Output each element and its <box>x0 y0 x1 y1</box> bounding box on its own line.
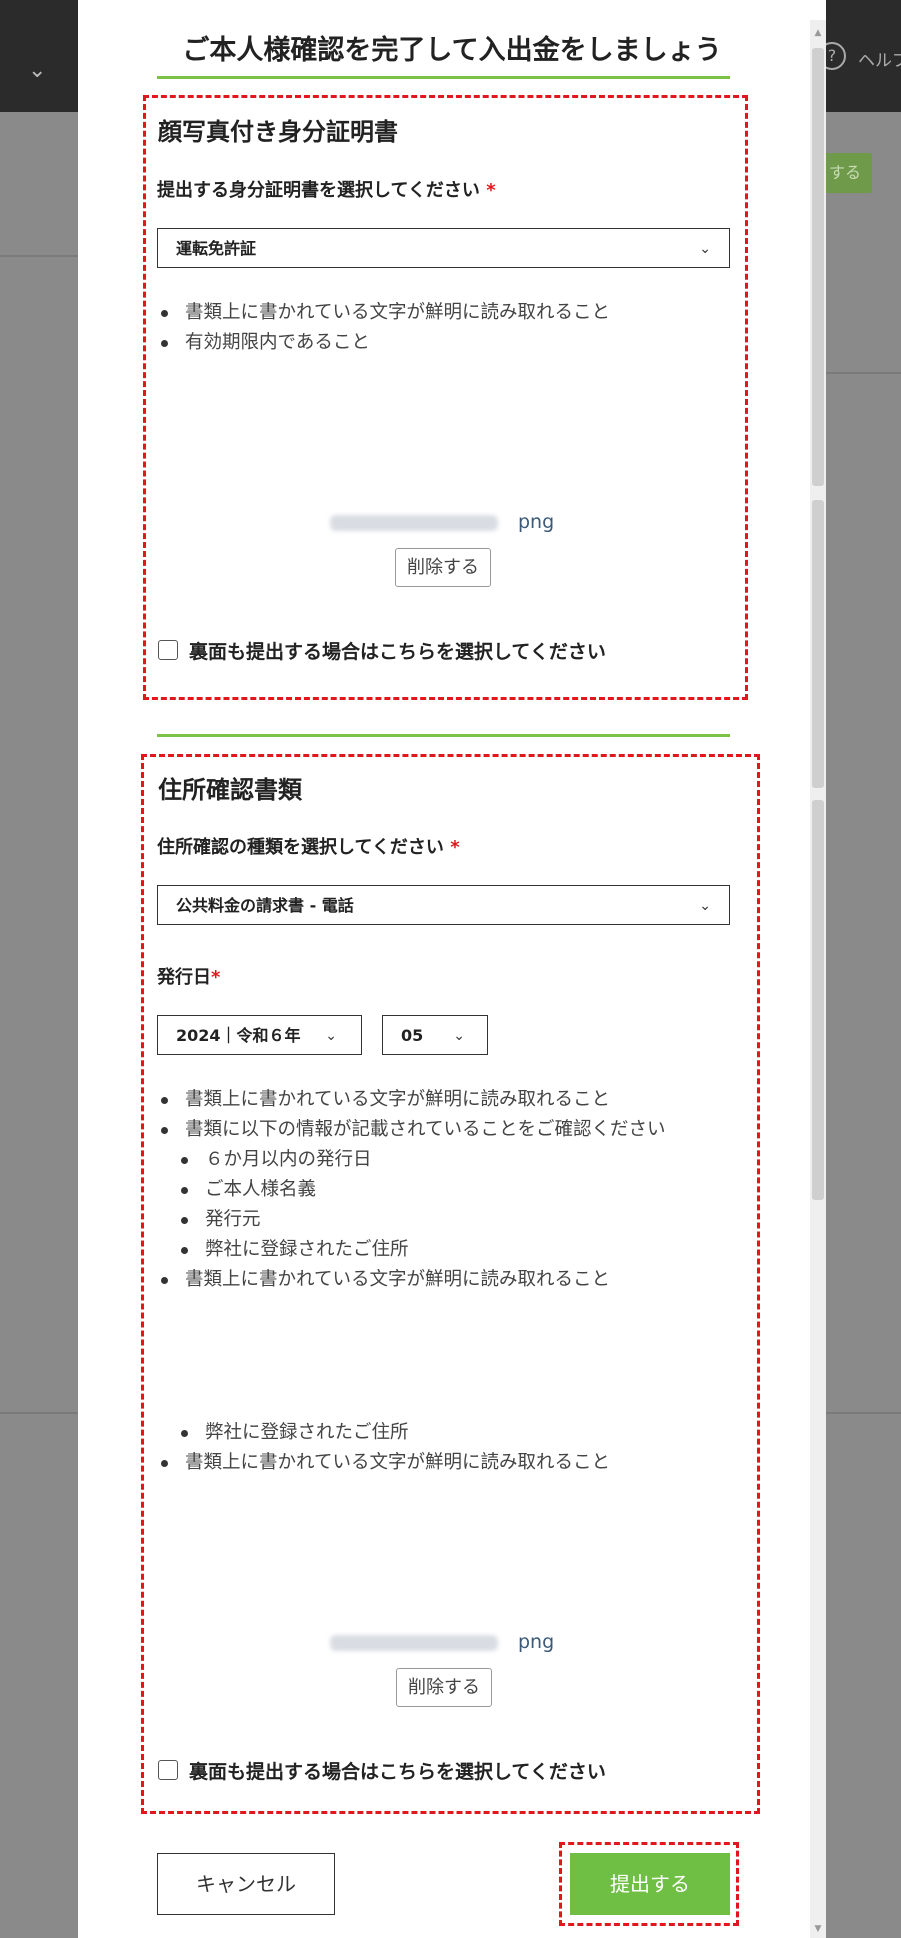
address-type-select[interactable]: 公共料金の請求書 - 電話 ⌄ <box>157 885 730 925</box>
required-mark: * <box>211 967 221 988</box>
verification-modal: ご本人様確認を完了して入出金をしましょう 顔写真付き身分証明書 提出する身分証明… <box>78 0 826 1938</box>
chevron-down-icon[interactable]: ⌄ <box>28 58 46 83</box>
sub-list-item: 弊社に登録されたご住所 <box>157 1235 665 1265</box>
address-type-label-text: 住所確認の種類を選択してください <box>157 837 444 858</box>
sub-list-item: ご本人様名義 <box>157 1175 665 1205</box>
scrollbar-thumb[interactable] <box>812 500 824 788</box>
background-divider <box>826 372 901 374</box>
uploaded-filename-redacted <box>330 515 498 531</box>
help-link[interactable]: ヘルプ <box>858 46 901 71</box>
address-type-select-value: 公共料金の請求書 - 電話 <box>176 896 354 915</box>
background-action-button[interactable]: する <box>818 153 872 193</box>
list-item: 書類上に書かれている文字が鮮明に読み取れること <box>157 1448 610 1478</box>
id-requirements-list: 書類上に書かれている文字が鮮明に読み取れること 有効期限内であること <box>157 298 610 358</box>
list-item: 書類に以下の情報が記載されていることをご確認ください <box>157 1115 665 1145</box>
modal-title: ご本人様確認を完了して入出金をしましょう <box>182 35 722 66</box>
required-mark: * <box>450 837 460 858</box>
address-requirements-list: 書類上に書かれている文字が鮮明に読み取れること 書類に以下の情報が記載されている… <box>157 1085 665 1295</box>
issue-month-select-value: 05 <box>401 1026 424 1045</box>
list-item: 書類上に書かれている文字が鮮明に読み取れること <box>157 1265 665 1295</box>
sub-list-item: 発行元 <box>157 1205 665 1235</box>
address-backside-checkbox[interactable] <box>158 1760 178 1780</box>
cancel-button[interactable]: キャンセル <box>157 1853 335 1915</box>
scroll-up-arrow-icon[interactable]: ▲ <box>812 28 824 38</box>
chevron-down-icon: ⌄ <box>325 1028 337 1044</box>
chevron-down-icon: ⌄ <box>699 241 711 257</box>
required-mark: * <box>486 180 496 201</box>
id-type-select-value: 運転免許証 <box>176 239 257 258</box>
uploaded-file-extension: png <box>518 511 555 533</box>
scrollbar-thumb[interactable] <box>812 800 824 1200</box>
id-section-heading: 顔写真付き身分証明書 <box>158 118 398 146</box>
list-item: 書類上に書かれている文字が鮮明に読み取れること <box>157 1085 665 1115</box>
background-divider <box>826 1412 901 1414</box>
address-backside-checkbox-label[interactable]: 裏面も提出する場合はこちらを選択してください <box>189 1757 606 1784</box>
sub-list-item: 弊社に登録されたご住所 <box>157 1418 610 1448</box>
delete-file-button[interactable]: 削除する <box>395 548 491 587</box>
issue-year-select[interactable]: 2024｜令和６年 ⌄ <box>157 1015 362 1055</box>
address-type-label: 住所確認の種類を選択してください * <box>157 833 460 859</box>
address-requirements-list-repeat: 弊社に登録されたご住所 書類上に書かれている文字が鮮明に読み取れること <box>157 1418 610 1478</box>
list-item: 書類上に書かれている文字が鮮明に読み取れること <box>157 298 610 328</box>
id-type-select[interactable]: 運転免許証 ⌄ <box>157 228 730 268</box>
issue-month-select[interactable]: 05 ⌄ <box>382 1015 488 1055</box>
id-type-label: 提出する身分証明書を選択してください * <box>157 176 496 202</box>
issue-year-select-value: 2024｜令和６年 <box>176 1026 301 1045</box>
chevron-down-icon: ⌄ <box>699 898 711 914</box>
id-backside-checkbox[interactable] <box>158 640 178 660</box>
scroll-down-arrow-icon[interactable]: ▼ <box>812 1924 824 1934</box>
id-backside-checkbox-label[interactable]: 裏面も提出する場合はこちらを選択してください <box>189 637 606 664</box>
id-type-label-text: 提出する身分証明書を選択してください <box>157 180 480 201</box>
delete-file-button[interactable]: 削除する <box>396 1668 492 1707</box>
issue-date-label-text: 発行日 <box>157 967 211 988</box>
section-divider <box>157 734 730 737</box>
issue-date-label: 発行日* <box>157 963 220 989</box>
background-divider <box>0 1412 78 1414</box>
title-underline <box>157 76 730 79</box>
submit-button[interactable]: 提出する <box>570 1853 730 1915</box>
address-section-heading: 住所確認書類 <box>158 776 302 804</box>
chevron-down-icon: ⌄ <box>453 1028 465 1044</box>
sub-list-item: ６か月以内の発行日 <box>157 1145 665 1175</box>
list-item: 有効期限内であること <box>157 328 610 358</box>
uploaded-file-extension: png <box>518 1631 555 1653</box>
scrollbar-thumb[interactable] <box>812 48 824 486</box>
uploaded-filename-redacted <box>330 1635 498 1651</box>
background-divider <box>0 255 78 257</box>
